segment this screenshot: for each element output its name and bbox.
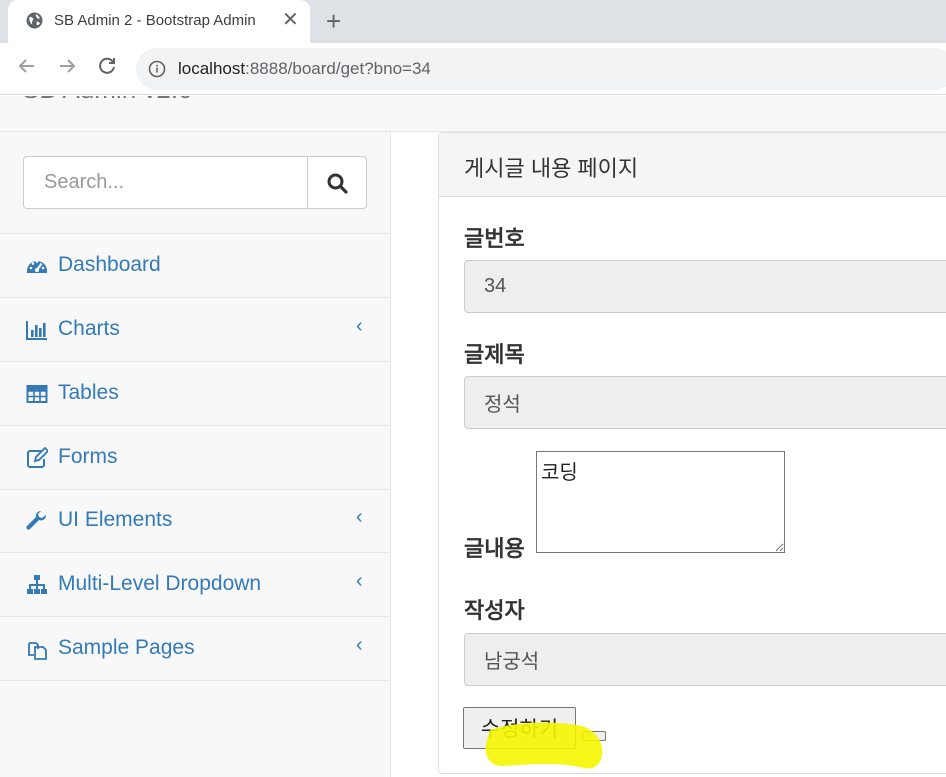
sidebar-item-sample-pages[interactable]: Sample Pages ‹ [0, 617, 390, 681]
info-icon[interactable] [148, 60, 166, 78]
bar-chart-icon [26, 321, 47, 340]
reload-icon[interactable] [96, 55, 118, 83]
sidebar-item-charts[interactable]: Charts ‹ [0, 298, 390, 362]
bno-field[interactable] [464, 260, 946, 313]
sidebar-item-label: Tables [58, 381, 119, 404]
sidebar-item-label: UI Elements [58, 508, 173, 531]
chevron-left-icon: ‹ [356, 315, 363, 337]
writer-field[interactable] [464, 633, 946, 686]
sidebar: Dashboard Charts ‹ Tables For [0, 132, 391, 777]
page-content: SB Admin v2.0 Dashboard [0, 96, 946, 777]
globe-icon [26, 12, 43, 29]
empty-button[interactable] [582, 731, 606, 741]
sidebar-item-dashboard[interactable]: Dashboard [0, 234, 390, 298]
sidebar-item-label: Dashboard [58, 253, 161, 276]
sidebar-item-label: Forms [58, 445, 118, 468]
close-icon[interactable]: ✕ [282, 9, 299, 31]
top-navbar: SB Admin v2.0 [0, 96, 946, 132]
writer-label: 작성자 [464, 598, 525, 623]
sidebar-item-label: Charts [58, 317, 120, 340]
url-host: localhost [178, 59, 246, 78]
browser-tab[interactable]: SB Admin 2 - Bootstrap Admin ✕ [8, 0, 310, 43]
sidebar-search [0, 132, 390, 234]
sidebar-item-tables[interactable]: Tables [0, 362, 390, 426]
content-textarea[interactable]: 코딩 [536, 451, 785, 553]
sidebar-item-ui-elements[interactable]: UI Elements ‹ [0, 489, 390, 553]
edit-button[interactable]: 수정하기 [463, 707, 576, 749]
content-label: 글내용 [464, 536, 525, 561]
browser-tabstrip: SB Admin 2 - Bootstrap Admin ✕ + [0, 0, 946, 43]
forward-arrow-icon[interactable] [56, 55, 78, 83]
address-bar[interactable]: localhost:8888/board/get?bno=34 [136, 48, 946, 90]
sidebar-item-label: Sample Pages [58, 636, 195, 659]
post-detail-panel: 게시글 내용 페이지 글번호 글제목 글내용 코딩 작성자 수정하기 [438, 132, 946, 774]
browser-toolbar: localhost:8888/board/get?bno=34 [0, 43, 946, 95]
chevron-left-icon: ‹ [356, 634, 363, 656]
url-text: localhost:8888/board/get?bno=34 [178, 59, 431, 79]
navbar-brand[interactable]: SB Admin v2.0 [22, 96, 193, 105]
tab-title: SB Admin 2 - Bootstrap Admin [54, 12, 256, 29]
title-field[interactable] [464, 376, 946, 429]
table-icon [26, 385, 48, 403]
bno-label: 글번호 [464, 226, 525, 251]
files-icon [28, 642, 47, 660]
edit-icon [27, 447, 48, 468]
chevron-left-icon: ‹ [356, 506, 363, 528]
sidebar-item-label: Multi-Level Dropdown [58, 572, 262, 595]
chevron-left-icon: ‹ [356, 570, 363, 592]
title-label: 글제목 [464, 342, 525, 367]
back-arrow-icon[interactable] [16, 55, 38, 83]
url-path: :8888/board/get?bno=34 [245, 59, 431, 78]
search-button[interactable] [307, 156, 367, 209]
new-tab-icon[interactable]: + [326, 7, 341, 35]
sitemap-icon [27, 575, 47, 594]
search-input[interactable] [23, 156, 308, 209]
search-icon [327, 173, 348, 194]
dashboard-icon [27, 260, 47, 273]
wrench-icon [26, 510, 47, 530]
sidebar-item-forms[interactable]: Forms [0, 426, 390, 490]
panel-heading: 게시글 내용 페이지 [439, 133, 946, 197]
panel-title: 게시글 내용 페이지 [464, 156, 639, 181]
sidebar-item-multi-level-dropdown[interactable]: Multi-Level Dropdown ‹ [0, 553, 390, 617]
